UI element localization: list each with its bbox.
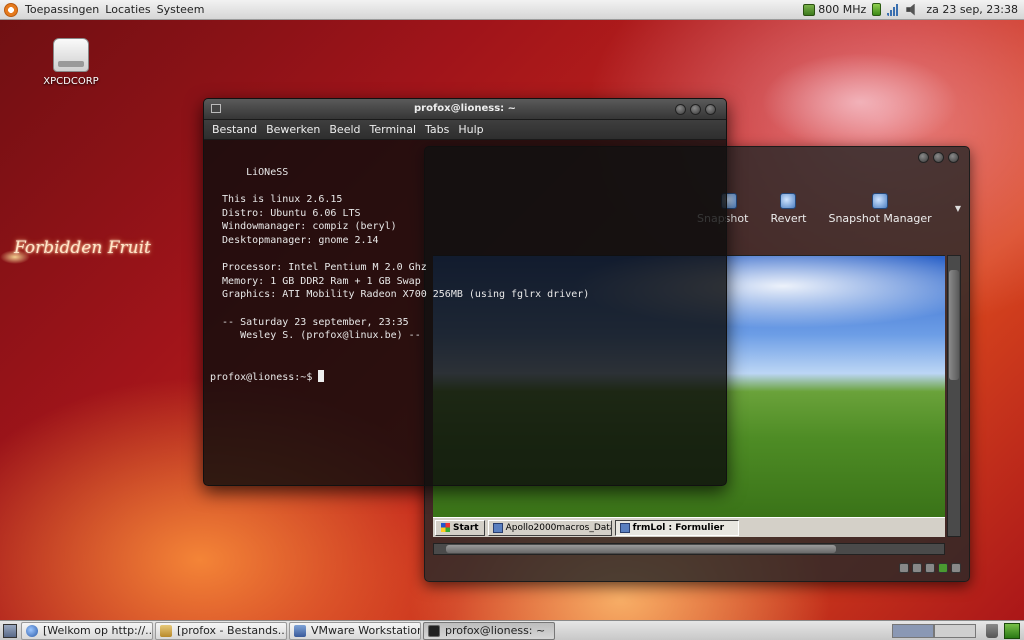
ubuntu-logo-icon[interactable] xyxy=(4,2,18,17)
taskbar-item-file-browser[interactable]: [profox - Bestands... xyxy=(155,621,287,640)
toolbar-overflow-arrow-icon[interactable]: ▼ xyxy=(955,204,961,213)
terminal-titlebar[interactable]: profox@lioness: ~ xyxy=(204,99,726,120)
volume-applet[interactable] xyxy=(906,3,918,16)
menu-applications[interactable]: Toepassingen xyxy=(22,0,102,20)
close-button[interactable] xyxy=(705,104,716,115)
terminal-line: Memory: 1 GB DDR2 Ram + 1 GB Swap xyxy=(210,275,421,287)
usb-device-icon[interactable] xyxy=(938,563,948,573)
guest-taskbar: Start Apollo2000macros_Data ... frmLol :… xyxy=(433,517,945,537)
guest-start-button[interactable]: Start xyxy=(435,519,485,536)
taskbar-item-label: [profox - Bestands... xyxy=(177,624,287,637)
guest-task-form[interactable]: frmLol : Formulier xyxy=(614,519,739,536)
revert-button[interactable]: Revert xyxy=(770,193,806,225)
horizontal-scroll-thumb[interactable] xyxy=(446,545,836,553)
top-panel: Toepassingen Locaties Systeem 800 MHz za… xyxy=(0,0,1024,20)
taskbar-item-browser[interactable]: [Welkom op http://... xyxy=(21,621,153,640)
network-applet[interactable] xyxy=(887,3,901,16)
taskbar-item-label: [Welkom op http://... xyxy=(43,624,153,637)
terminal-line: Distro: Ubuntu 6.06 LTS xyxy=(210,207,361,219)
desktop-icon-label: XPCDCORP xyxy=(43,76,99,87)
terminal-output[interactable]: LiONeSS ​ This is linux 2.6.15 Distro: Ub… xyxy=(204,140,726,485)
taskbar-item-label: profox@lioness: ~ xyxy=(445,624,546,637)
cpu-frequency-applet[interactable]: 800 MHz xyxy=(803,3,866,16)
taskbar-item-label: VMware Workstation xyxy=(311,624,421,637)
terminal-line: Windowmanager: compiz (beryl) xyxy=(210,221,397,233)
terminal-line: Desktopmanager: gnome 2.14 xyxy=(210,234,379,246)
battery-applet[interactable] xyxy=(872,3,882,16)
workspace-switcher[interactable] xyxy=(892,623,976,638)
menu-terminal[interactable]: Terminal xyxy=(370,123,417,136)
guest-task-label: Apollo2000macros_Data ... xyxy=(505,522,612,533)
vertical-scrollbar[interactable] xyxy=(947,255,961,537)
battery-icon xyxy=(872,3,882,16)
guest-task-icon xyxy=(619,522,630,533)
wallpaper-text: Forbidden Fruit xyxy=(14,238,151,258)
guest-task-label: frmLol : Formulier xyxy=(632,522,725,533)
maximize-button[interactable] xyxy=(690,104,701,115)
terminal-cursor xyxy=(318,369,325,382)
terminal-line: LiONeSS xyxy=(210,167,289,178)
minimize-button[interactable] xyxy=(675,104,686,115)
snapshot-manager-label: Snapshot Manager xyxy=(828,212,932,225)
sound-device-icon[interactable] xyxy=(925,563,935,573)
web-icon xyxy=(26,624,38,637)
system-monitor-icon[interactable] xyxy=(1004,622,1020,639)
taskbar-item-vmware[interactable]: VMware Workstation xyxy=(289,621,421,640)
terminal-line-blank: ​ xyxy=(210,356,726,370)
minimize-button[interactable] xyxy=(918,152,929,163)
desktop-icon-cd-drive[interactable]: XPCDCORP xyxy=(38,38,104,87)
maximize-button[interactable] xyxy=(933,152,944,163)
terminal-line: ​ xyxy=(210,248,726,262)
close-button[interactable] xyxy=(948,152,959,163)
vmware-icon xyxy=(294,624,306,637)
snapshot-manager-button[interactable]: Snapshot Manager xyxy=(828,193,932,225)
terminal-line: ​ xyxy=(210,180,726,194)
terminal-line: Wesley S. (profox@linux.be) -- xyxy=(210,330,421,342)
terminal-title: profox@lioness: ~ xyxy=(413,103,517,114)
terminal-line: -- Saturday 23 september, 23:35 xyxy=(210,316,409,328)
terminal-menubar: Bestand Bewerken Beeld Terminal Tabs Hul… xyxy=(204,120,726,140)
menu-edit[interactable]: Bewerken xyxy=(266,123,320,136)
network-device-icon[interactable] xyxy=(912,563,922,573)
guest-task-icon xyxy=(492,522,503,533)
terminal-line: Processor: Intel Pentium M 2.0 Ghz xyxy=(210,262,427,274)
menu-places[interactable]: Locaties xyxy=(102,0,153,20)
terminal-prompt-line: profox@lioness:~$ xyxy=(210,369,726,385)
terminal-window[interactable]: profox@lioness: ~ Bestand Bewerken Beeld… xyxy=(203,98,727,486)
terminal-icon xyxy=(428,624,440,637)
cpu-frequency-value: 800 MHz xyxy=(818,3,867,16)
workspace-2[interactable] xyxy=(934,623,976,638)
network-signal-icon xyxy=(887,3,901,16)
volume-icon xyxy=(906,3,915,16)
menu-help[interactable]: Hulp xyxy=(458,123,483,136)
snapshot-manager-icon xyxy=(872,193,889,209)
trash-icon[interactable] xyxy=(986,623,998,638)
menu-system[interactable]: Systeem xyxy=(154,0,208,20)
revert-label: Revert xyxy=(770,212,807,225)
bottom-panel: [Welkom op http://... [profox - Bestands… xyxy=(0,620,1024,640)
terminal-line: This is linux 2.6.15 xyxy=(210,194,343,206)
terminal-line: Graphics: ATI Mobility Radeon X700 256MB… xyxy=(210,289,590,301)
message-icon[interactable] xyxy=(951,563,961,573)
revert-icon xyxy=(780,193,797,209)
folder-icon xyxy=(160,624,172,637)
terminal-line-blank: ​ xyxy=(210,343,726,357)
show-desktop-button[interactable] xyxy=(3,623,17,638)
terminal-prompt: profox@lioness:~$ xyxy=(210,371,319,383)
taskbar-item-terminal[interactable]: profox@lioness: ~ xyxy=(423,621,555,640)
menu-view[interactable]: Beeld xyxy=(329,123,360,136)
menu-file[interactable]: Bestand xyxy=(212,123,257,136)
vertical-scroll-thumb[interactable] xyxy=(949,270,959,380)
menu-tabs[interactable]: Tabs xyxy=(425,123,449,136)
cd-drive-icon xyxy=(53,38,89,72)
terminal-line: ​ xyxy=(210,302,726,316)
horizontal-scrollbar[interactable] xyxy=(433,543,945,555)
device-icon[interactable] xyxy=(899,563,909,573)
guest-task-apollo[interactable]: Apollo2000macros_Data ... xyxy=(487,519,612,536)
workspace-1[interactable] xyxy=(892,623,934,638)
vmware-status-icons xyxy=(899,563,961,573)
clock[interactable]: za 23 sep, 23:38 xyxy=(926,3,1018,16)
cpu-icon xyxy=(803,3,816,16)
